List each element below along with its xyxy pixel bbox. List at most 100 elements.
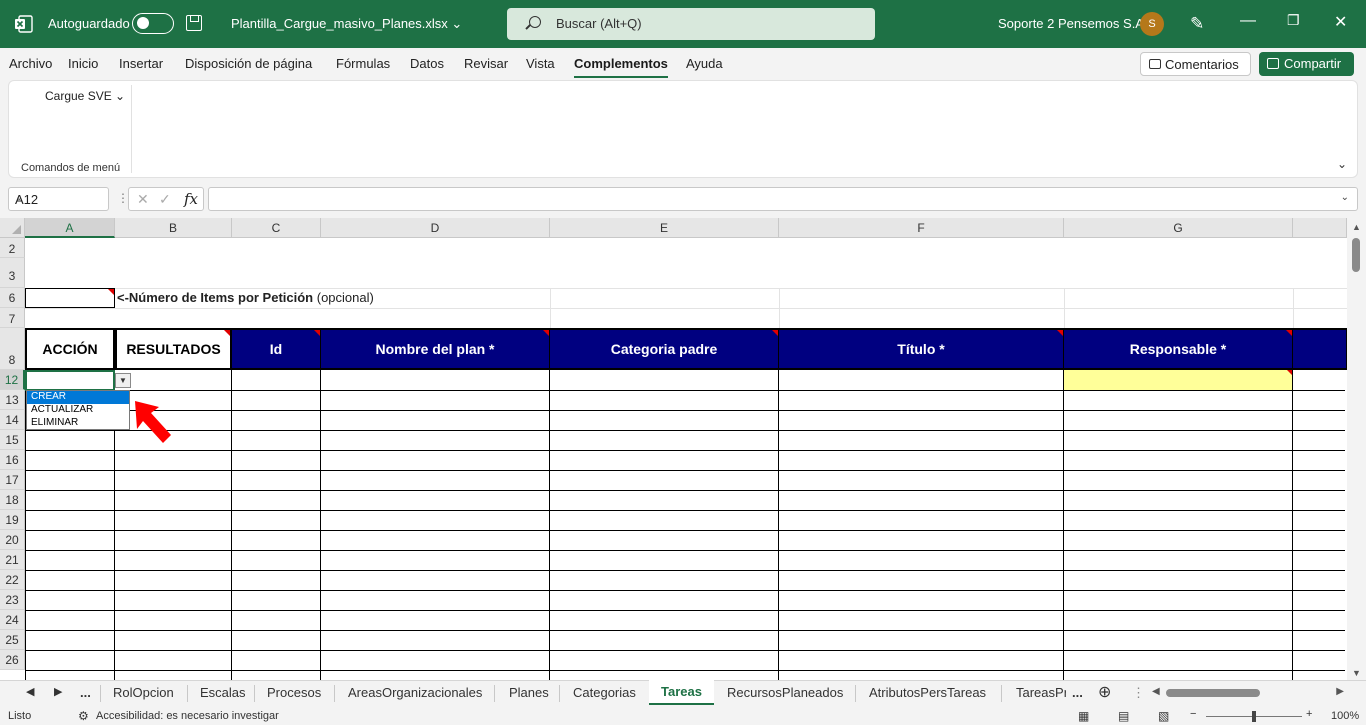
row-header-24[interactable]: 24 (0, 610, 25, 630)
tab-more-right-icon[interactable]: ... (1072, 685, 1083, 700)
tab-escalas[interactable]: Escalas (200, 685, 246, 700)
hscroll-thumb[interactable] (1166, 689, 1260, 697)
zoom-in-icon[interactable]: + (1306, 708, 1312, 720)
menu-disposicion[interactable]: Disposición de página (185, 56, 312, 71)
menu-inicio[interactable]: Inicio (68, 56, 98, 71)
row-header-12[interactable]: 12 (0, 370, 25, 390)
menu-datos[interactable]: Datos (410, 56, 444, 71)
accessibility-status[interactable]: Accesibilidad: es necesario investigar (96, 710, 279, 722)
search-box[interactable]: Buscar (Alt+Q) (507, 8, 875, 40)
column-header-e[interactable]: E (550, 218, 779, 238)
accessibility-icon[interactable]: ⚙ (78, 709, 89, 723)
tab-procesos[interactable]: Procesos (267, 685, 321, 700)
horizontal-scrollbar[interactable]: ◀ ▶ (1150, 685, 1346, 701)
row-header-6[interactable]: 6 (0, 288, 25, 308)
tab-tareas[interactable]: Tareas (649, 680, 714, 705)
column-header-f[interactable]: F (779, 218, 1064, 238)
header-id[interactable]: Id (232, 328, 321, 370)
row-header-14[interactable]: 14 (0, 410, 25, 430)
tab-categorias[interactable]: Categorias (573, 685, 636, 700)
row-header-21[interactable]: 21 (0, 550, 25, 570)
name-box[interactable]: A12 ⌄ (8, 187, 109, 211)
scroll-up-icon[interactable]: ▲ (1352, 222, 1361, 232)
row-header-17[interactable]: 17 (0, 470, 25, 490)
row-header-3[interactable]: 3 (0, 258, 25, 288)
add-sheet-icon[interactable]: ⊕ (1098, 682, 1111, 702)
tab-recursos[interactable]: RecursosPlaneados (727, 685, 843, 700)
zoom-slider-thumb[interactable] (1252, 711, 1256, 722)
avatar[interactable]: S (1140, 12, 1164, 36)
column-header-h[interactable] (1293, 218, 1347, 238)
menu-archivo[interactable]: Archivo (9, 56, 52, 71)
dropdown-option-actualizar[interactable]: ACTUALIZAR (27, 404, 129, 417)
spreadsheet-grid[interactable]: A B C D E F G 2 3 6 7 8 12 13 14 15 16 1… (0, 218, 1366, 680)
validation-dropdown-list[interactable]: CREAR ACTUALIZAR ELIMINAR (26, 390, 130, 430)
zoom-level[interactable]: 100% (1331, 710, 1359, 722)
tab-areas[interactable]: AreasOrganizacionales (348, 685, 482, 700)
tab-splitter-icon[interactable]: ⋮ (1132, 685, 1145, 701)
save-icon[interactable] (186, 15, 202, 31)
header-nombre-plan[interactable]: Nombre del plan * (321, 328, 550, 370)
row-header-7[interactable]: 7 (0, 308, 25, 328)
page-break-icon[interactable]: ▧ (1158, 709, 1169, 723)
tab-atributos[interactable]: AtributosPersTareas (869, 685, 986, 700)
row-header-8[interactable]: 8 (0, 328, 25, 370)
row-header-13[interactable]: 13 (0, 390, 25, 410)
close-icon[interactable]: ✕ (1334, 12, 1347, 32)
header-categoria-padre[interactable]: Categoria padre (550, 328, 779, 370)
dropdown-option-crear[interactable]: CREAR (27, 391, 129, 404)
pen-icon[interactable]: ✎ (1190, 14, 1204, 34)
zoom-out-icon[interactable]: − (1190, 708, 1196, 720)
share-button[interactable]: Compartir (1259, 52, 1354, 76)
tab-tareasp[interactable]: TareasPr (1016, 685, 1066, 700)
restore-icon[interactable]: ❐ (1287, 12, 1300, 29)
column-header-g[interactable]: G (1064, 218, 1293, 238)
row-header-15[interactable]: 15 (0, 430, 25, 450)
formula-input[interactable]: ⌄ (208, 187, 1358, 211)
menu-insertar[interactable]: Insertar (119, 56, 163, 71)
header-accion[interactable]: ACCIÓN (25, 328, 115, 370)
row-header-16[interactable]: 16 (0, 450, 25, 470)
page-layout-icon[interactable]: ▤ (1118, 709, 1129, 723)
tab-planes[interactable]: Planes (509, 685, 549, 700)
file-name[interactable]: Plantilla_Cargue_masivo_Planes.xlsx ⌄ (231, 16, 462, 32)
ribbon-collapse-icon[interactable]: ⌄ (1337, 157, 1347, 171)
cell-dropdown-button[interactable]: ▼ (115, 373, 131, 388)
column-header-b[interactable]: B (115, 218, 232, 238)
cell-a12-selected[interactable] (25, 370, 115, 391)
header-resultados[interactable]: RESULTADOS (115, 328, 232, 370)
user-name[interactable]: Soporte 2 Pensemos S.A. (998, 16, 1148, 31)
cancel-icon[interactable]: ✕ (137, 191, 149, 208)
column-header-d[interactable]: D (321, 218, 550, 238)
menu-vista[interactable]: Vista (526, 56, 555, 71)
header-extra[interactable] (1293, 328, 1347, 370)
expand-formula-icon[interactable]: ⌄ (1341, 192, 1349, 203)
minimize-icon[interactable]: — (1240, 12, 1256, 30)
header-titulo[interactable]: Título * (779, 328, 1064, 370)
vertical-scrollbar[interactable]: ▲ ▼ (1347, 218, 1366, 680)
row-header-2[interactable]: 2 (0, 238, 25, 258)
row-header-26[interactable]: 26 (0, 650, 25, 670)
insert-function-icon[interactable]: fx (184, 190, 198, 208)
menu-complementos[interactable]: Complementos (574, 56, 668, 78)
row-header-22[interactable]: 22 (0, 570, 25, 590)
menu-ayuda[interactable]: Ayuda (686, 56, 723, 71)
column-header-c[interactable]: C (232, 218, 321, 238)
cell-g12[interactable] (1064, 370, 1293, 390)
tab-prev-icon[interactable]: ◀ (26, 685, 34, 698)
row-header-18[interactable]: 18 (0, 490, 25, 510)
comments-button[interactable]: Comentarios (1140, 52, 1251, 76)
row-header-25[interactable]: 25 (0, 630, 25, 650)
tab-next-icon[interactable]: ▶ (54, 685, 62, 698)
row-header-19[interactable]: 19 (0, 510, 25, 530)
scroll-thumb[interactable] (1352, 238, 1360, 272)
tab-more-icon[interactable]: ... (80, 685, 91, 700)
autosave-toggle[interactable] (132, 13, 174, 34)
row-header-23[interactable]: 23 (0, 590, 25, 610)
cargue-sve-dropdown[interactable]: Cargue SVE ⌄ (45, 89, 125, 103)
cell-a6[interactable] (25, 288, 115, 308)
menu-revisar[interactable]: Revisar (464, 56, 508, 71)
column-header-a[interactable]: A (25, 218, 115, 238)
check-icon[interactable]: ✓ (159, 191, 171, 208)
select-all-corner[interactable] (0, 218, 25, 238)
